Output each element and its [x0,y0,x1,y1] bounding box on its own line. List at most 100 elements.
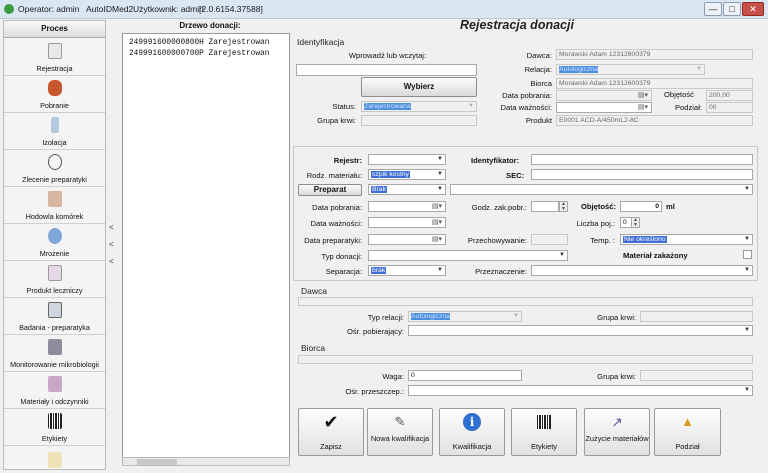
identifier-input[interactable] [531,154,753,165]
donor-label: Dawca: [526,51,552,60]
material-usage-button[interactable]: ↗ Zużycie materiałów [584,408,650,456]
purpose-select[interactable]: ▼ [531,265,753,276]
relation-select[interactable]: Autologiczna ▼ [556,64,705,75]
temp-select[interactable]: Nie określono ▼ [620,234,753,245]
save-button[interactable]: ✔ Zapisz [298,408,364,456]
info-icon: i [440,412,504,432]
status-label: Status: [332,102,356,111]
calendar-icon[interactable]: ▤▾ [432,202,442,211]
relation-type-select[interactable]: Autologiczna ▼ [408,311,522,322]
collapse-arrow-icon[interactable]: < [109,223,114,232]
sec-label: SEC: [506,171,525,180]
flask-icon [48,265,62,281]
prep-date-field[interactable]: ▤▾ [368,234,446,245]
minimize-button[interactable]: — [704,2,722,16]
sidebar-item-label: Materiały i odczynniki [20,397,89,406]
new-document-icon: ✎ [394,414,406,429]
sidebar-item-label: Zlecenie preparatyki [22,175,87,184]
blood-group-label: Grupa krwi: [597,313,636,322]
collection-date-field[interactable]: ▤▾ [556,90,652,101]
register-label: Rejestr: [333,156,362,165]
calendar-icon[interactable]: ▤▾ [432,235,442,244]
donor-blood-group-field[interactable] [640,311,753,322]
division-field[interactable]: 00 [706,102,753,113]
expiry-date-field[interactable]: ▤▾ [556,102,652,113]
product-field[interactable]: E0001 ACD-A/450mL2-8C [556,115,753,126]
sidebar-item-materialy-i-odczynniki[interactable]: Materiały i odczynniki [4,372,105,409]
section-biorca: Biorca [301,343,326,353]
blood-group-label: Grupa krwi: [597,372,636,381]
folder-icon [48,452,62,468]
blood-bag-icon [48,80,62,96]
recipient-field[interactable]: Morawski Adam 12312600379 [556,78,753,89]
qualification-button[interactable]: i Kwalifikacja [439,408,505,456]
donation-type-select[interactable]: ▼ [368,250,568,261]
volume-field[interactable]: 200,00 [706,90,753,101]
status-select[interactable]: Zarejestrowana ▼ [361,101,477,112]
reagent-icon [48,376,62,392]
infected-material-checkbox[interactable] [743,250,752,259]
preparat-button[interactable]: Preparat [298,184,362,196]
preparat-select[interactable]: Brak ▼ [368,184,446,195]
title-bar: Operator: admin AutoIDMed2 Użytkownik: a… [0,0,768,19]
collection-date-field[interactable]: ▤▾ [368,201,446,212]
sidebar-item-rejestracja[interactable]: Rejestracja [4,39,105,76]
register-select[interactable]: ▼ [368,154,446,165]
separation-select[interactable]: brak ▼ [368,265,446,276]
panel-splitter[interactable]: < < < [107,20,119,470]
close-button[interactable]: ✕ [742,2,764,16]
temp-value: Nie określono [623,236,667,243]
volume-input[interactable]: 0 [620,201,662,212]
sidebar-item-pobranie[interactable]: Pobranie [4,76,105,113]
chevron-down-icon: ▼ [744,236,750,242]
storage-field[interactable] [531,234,568,245]
calendar-icon[interactable]: ▤▾ [432,218,442,227]
identifier-label: Identyfikator: [471,156,520,165]
donor-field[interactable]: Morawski Adam 12312600379 [556,49,753,60]
sec-input[interactable] [531,169,753,180]
sidebar-item-produkt-leczniczy[interactable]: Produkt leczniczy [4,261,105,298]
calendar-icon[interactable]: ▤▾ [638,103,648,112]
status-value: Zarejestrowana [364,103,411,110]
material-type-select[interactable]: szpik kostny ▼ [368,169,446,180]
sidebar-item-label: Etykiety [41,434,68,443]
infected-material-label: Materiał zakażony [623,251,688,260]
sidebar-item-etykiety[interactable]: Etykiety [4,409,105,446]
sidebar-item-partial[interactable] [4,446,105,469]
donation-tree[interactable]: 249991600000800H Zarejestrowan 249991600… [122,33,290,466]
collapse-arrow-icon[interactable]: < [109,257,114,266]
sidebar-item-hodowla-komorek[interactable]: Hodowla komórek [4,187,105,224]
scrollbar-thumb[interactable] [137,459,177,465]
expiry-date-field[interactable]: ▤▾ [368,217,446,228]
sidebar-item-monitorowanie-mikrobiologii[interactable]: Monitorowanie mikrobiologii [4,335,105,372]
tree-horizontal-scrollbar[interactable] [122,457,290,466]
calendar-icon[interactable]: ▤▾ [638,91,648,100]
scan-input[interactable] [296,64,477,76]
choose-button[interactable]: Wybierz [361,77,477,97]
blood-group-field[interactable] [361,115,477,126]
sidebar-item-badania-preparatyka[interactable]: Badania - preparatyka [4,298,105,335]
material-type-value: szpik kostny [371,171,411,178]
recipient-blood-group-field[interactable] [640,370,753,381]
tree-item[interactable]: 249991600000800H Zarejestrowan [129,39,269,47]
new-qualification-button[interactable]: ✎ Nowa kwalifikacja [367,408,433,456]
preparat-detail-select[interactable]: ▼ [450,184,753,195]
weight-input[interactable]: 0 [408,370,522,381]
collapse-arrow-icon[interactable]: < [109,240,114,249]
maximize-button[interactable]: □ [723,2,741,16]
bags-spinner[interactable]: ▲ ▼ [631,217,640,228]
separation-value: brak [371,267,387,274]
sidebar-item-zlecenie-preparatyki[interactable]: Zlecenie preparatyki [4,150,105,187]
labels-button[interactable]: Etykiety [511,408,577,456]
sidebar-item-mrozenie[interactable]: Mrożenie [4,224,105,261]
end-collection-time-label: Godz. zak.pobr.: [471,203,527,212]
chevron-down-icon: ▼ [559,252,565,258]
sidebar-item-izolacja[interactable]: Izolacja [4,113,105,150]
tree-item[interactable]: 249991600000700P Zarejestrowan [129,50,269,58]
time-spinner[interactable]: ▲ ▼ [559,201,568,212]
volume-unit: ml [666,202,675,211]
transplant-center-select[interactable]: ▼ [408,385,753,396]
collection-center-select[interactable]: ▼ [408,325,753,336]
end-collection-time-field[interactable] [531,201,559,212]
split-button[interactable]: ▲ Podział [654,408,721,456]
